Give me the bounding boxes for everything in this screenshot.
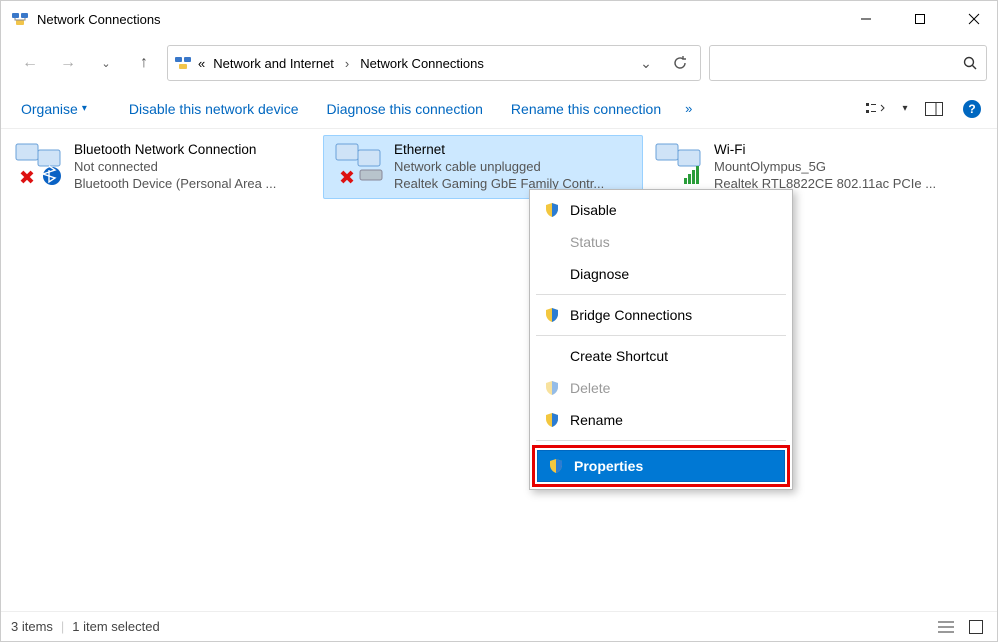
ctx-separator [536,440,786,441]
forward-button[interactable]: → [53,48,83,78]
preview-pane-button[interactable] [917,94,951,124]
connection-name: Wi-Fi [714,142,936,157]
close-button[interactable] [951,1,997,37]
ctx-properties-label: Properties [574,458,643,474]
ctx-status-label: Status [570,234,610,250]
connection-name: Bluetooth Network Connection [74,142,276,157]
connection-status: MountOlympus_5G [714,159,936,174]
window-title: Network Connections [37,12,161,27]
organise-label: Organise [21,101,78,117]
rename-connection-button[interactable]: Rename this connection [499,95,673,123]
ctx-properties[interactable]: Properties [537,450,785,482]
breadcrumb-network-and-internet[interactable]: Network and Internet [211,52,336,75]
context-menu: Disable Status Diagnose Bridge Connectio… [529,189,793,490]
wifi-adapter-icon [654,142,704,186]
maximize-button[interactable] [897,1,943,37]
ctx-shortcut-label: Create Shortcut [570,348,668,364]
ctx-disable-label: Disable [570,202,617,218]
recent-locations-button[interactable]: ⌄ [91,48,121,78]
ctx-create-shortcut[interactable]: Create Shortcut [534,340,788,372]
ctx-status: Status [534,226,788,258]
diagnose-connection-button[interactable]: Diagnose this connection [314,95,494,123]
toolbar-overflow-button[interactable]: » [677,95,700,122]
address-bar[interactable]: « Network and Internet › Network Connect… [167,45,701,81]
caret-down-icon: ▾ [82,103,87,114]
ctx-delete-label: Delete [570,380,610,396]
disable-device-button[interactable]: Disable this network device [117,95,311,123]
ctx-diagnose[interactable]: Diagnose [534,258,788,290]
toolbar: Organise ▾ Disable this network device D… [1,89,997,129]
address-dropdown-button[interactable]: ⌄ [632,49,660,77]
shield-icon [544,202,560,218]
details-view-button[interactable] [935,616,957,638]
network-connections-icon [11,10,29,28]
ctx-bridge-label: Bridge Connections [570,307,692,323]
view-options-button[interactable] [859,94,893,124]
ctx-delete: Delete [534,372,788,404]
shield-icon [544,307,560,323]
ethernet-adapter-icon [334,142,384,186]
titlebar: Network Connections [1,1,997,37]
connection-status: Not connected [74,159,276,174]
status-selected-count: 1 item selected [72,619,159,634]
connection-status: Network cable unplugged [394,159,604,174]
help-icon: ? [963,100,981,118]
ctx-rename[interactable]: Rename [534,404,788,436]
breadcrumb-prefix: « [198,56,205,71]
status-divider: | [61,619,64,634]
address-icon [174,54,192,72]
chevron-right-icon[interactable]: › [342,56,352,71]
ctx-separator [536,335,786,336]
status-items-count: 3 items [11,619,53,634]
minimize-button[interactable] [843,1,889,37]
shield-icon [544,380,560,396]
shield-icon [544,412,560,428]
bluetooth-adapter-icon [14,142,64,186]
refresh-button[interactable] [666,49,694,77]
shield-icon [548,458,564,474]
ctx-bridge[interactable]: Bridge Connections [534,299,788,331]
statusbar: 3 items | 1 item selected [1,611,997,641]
connection-bluetooth[interactable]: Bluetooth Network Connection Not connect… [3,135,323,199]
ctx-rename-label: Rename [570,412,623,428]
view-dropdown-button[interactable]: ▾ [897,94,913,124]
search-box[interactable] [709,45,987,81]
navigation-row: ← → ⌄ ↑ « Network and Internet › Network… [1,37,997,89]
organise-button[interactable]: Organise ▾ [9,95,99,123]
ctx-disable[interactable]: Disable [534,194,788,226]
ctx-diagnose-label: Diagnose [570,266,629,282]
highlight-box: Properties [532,445,790,487]
back-button[interactable]: ← [15,48,45,78]
up-button[interactable]: ↑ [129,48,159,78]
connection-name: Ethernet [394,142,604,157]
ctx-separator [536,294,786,295]
search-icon [962,55,978,71]
content-area: Bluetooth Network Connection Not connect… [1,129,997,609]
breadcrumb-network-connections[interactable]: Network Connections [358,52,486,75]
help-button-wrap[interactable]: ? [955,100,989,118]
connection-device: Bluetooth Device (Personal Area ... [74,176,276,191]
large-icons-view-button[interactable] [965,616,987,638]
